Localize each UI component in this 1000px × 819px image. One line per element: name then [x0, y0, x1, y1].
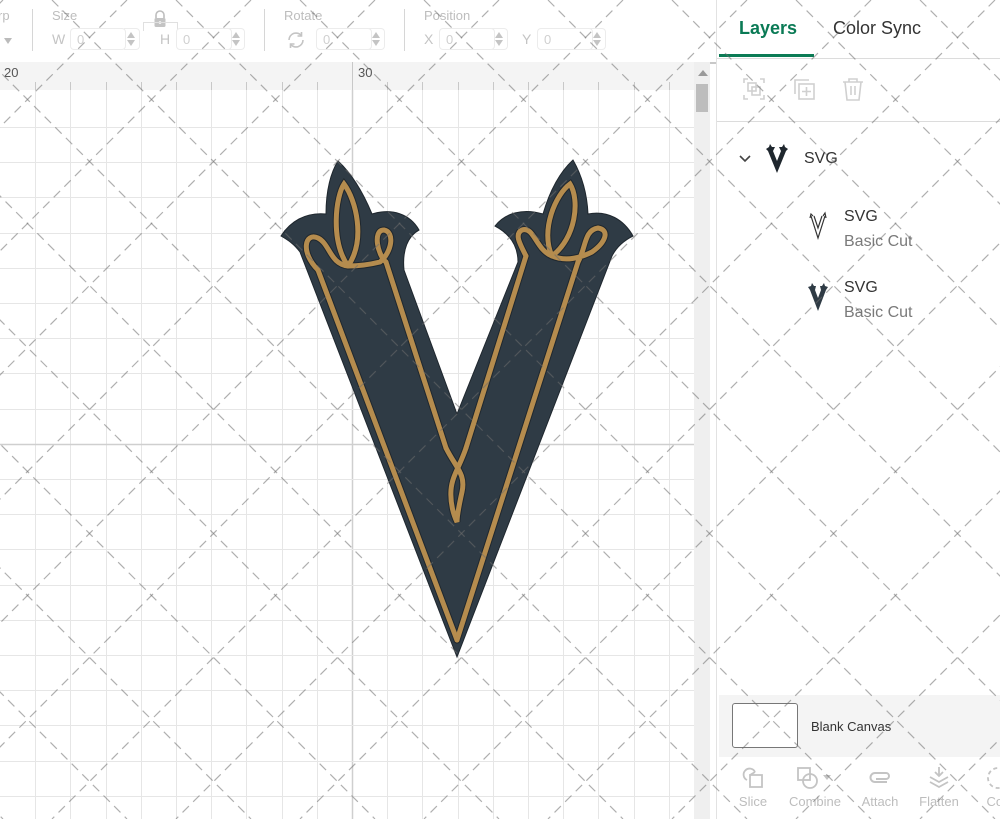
divider — [717, 121, 1000, 122]
size-label: Size — [52, 8, 78, 23]
layer-operation: Basic Cut — [844, 233, 913, 250]
tab-color-sync[interactable]: Color Sync — [833, 18, 921, 39]
slice-icon — [742, 767, 763, 788]
blank-canvas-thumbnail[interactable] — [732, 703, 798, 748]
x-axis-label: X — [424, 31, 434, 47]
edit-toolbar: rp Size W 0 H 0 Rotate 0 Position X 0 Y … — [0, 0, 716, 64]
horizontal-ruler: 20 30 — [0, 62, 694, 92]
layer-name: SVG — [844, 208, 878, 225]
rotate-stepper[interactable] — [369, 28, 385, 50]
group-icon[interactable] — [741, 76, 767, 102]
blank-canvas-label: Blank Canvas — [811, 719, 892, 734]
lock-bracket — [143, 22, 178, 31]
partial-toolbar-label: rp — [0, 8, 10, 23]
layer-item[interactable]: SVG Basic Cut — [717, 204, 1000, 254]
flatten-button[interactable]: Flatten — [909, 760, 969, 809]
layers-panel: Layers Color Sync SVG SVG Basic Cut SVG — [716, 0, 1000, 819]
delete-icon[interactable] — [840, 76, 866, 102]
divider — [717, 58, 1000, 59]
position-x-input[interactable]: 0 — [439, 28, 495, 50]
position-x-stepper[interactable] — [492, 28, 508, 50]
width-axis-label: W — [52, 31, 66, 47]
scroll-thumb[interactable] — [696, 84, 708, 112]
chevron-down-icon[interactable] — [739, 150, 751, 168]
letter-v-design[interactable] — [0, 90, 694, 819]
tab-layers[interactable]: Layers — [739, 18, 797, 39]
layer-thumbnail — [765, 143, 789, 180]
combine-icon — [797, 767, 831, 789]
attach-icon — [869, 772, 890, 783]
active-tab-indicator — [719, 54, 814, 57]
contour-label: Cor — [986, 794, 1000, 809]
y-axis-label: Y — [522, 31, 532, 47]
position-y-stepper[interactable] — [590, 28, 606, 50]
position-label: Position — [424, 8, 471, 23]
width-input[interactable]: 0 — [70, 28, 126, 50]
partial-dropdown-caret[interactable] — [4, 38, 12, 44]
toolbar-divider — [264, 9, 265, 51]
contour-icon — [987, 767, 1000, 789]
layer-operation: Basic Cut — [844, 304, 913, 321]
rotate-icon[interactable] — [286, 30, 306, 55]
layer-name: SVG — [844, 279, 878, 296]
layer-item[interactable]: SVG Basic Cut — [717, 275, 1000, 325]
width-stepper[interactable] — [124, 28, 140, 50]
toolbar-divider — [404, 9, 405, 51]
combine-button[interactable]: Combine — [785, 760, 845, 809]
duplicate-icon[interactable] — [791, 76, 817, 102]
layer-thumbnail — [807, 210, 829, 247]
canvas-vertical-scrollbar[interactable] — [694, 62, 710, 819]
blank-canvas-row[interactable]: Blank Canvas — [719, 695, 1000, 757]
slice-button[interactable]: Slice — [723, 760, 783, 809]
rotate-input[interactable]: 0 — [316, 28, 372, 50]
position-y-input[interactable]: 0 — [537, 28, 593, 50]
layer-group-svg[interactable]: SVG — [717, 140, 1000, 180]
height-axis-label: H — [160, 31, 171, 47]
attach-button[interactable]: Attach — [850, 760, 910, 809]
ruler-ticks — [35, 62, 670, 90]
rotate-label: Rotate — [284, 8, 323, 23]
flatten-label: Flatten — [919, 794, 959, 809]
toolbar-divider — [32, 9, 33, 51]
attach-label: Attach — [861, 794, 899, 809]
contour-button[interactable]: Cor — [967, 760, 1000, 809]
layer-group-name: SVG — [804, 150, 838, 167]
combine-label: Combine — [788, 794, 842, 809]
height-stepper[interactable] — [229, 28, 245, 50]
height-input[interactable]: 0 — [176, 28, 232, 50]
scroll-up-arrow-icon[interactable] — [698, 70, 708, 76]
layer-thumbnail — [807, 281, 829, 318]
slice-label: Slice — [738, 794, 768, 809]
design-canvas[interactable] — [0, 90, 694, 819]
flatten-icon — [929, 767, 949, 789]
